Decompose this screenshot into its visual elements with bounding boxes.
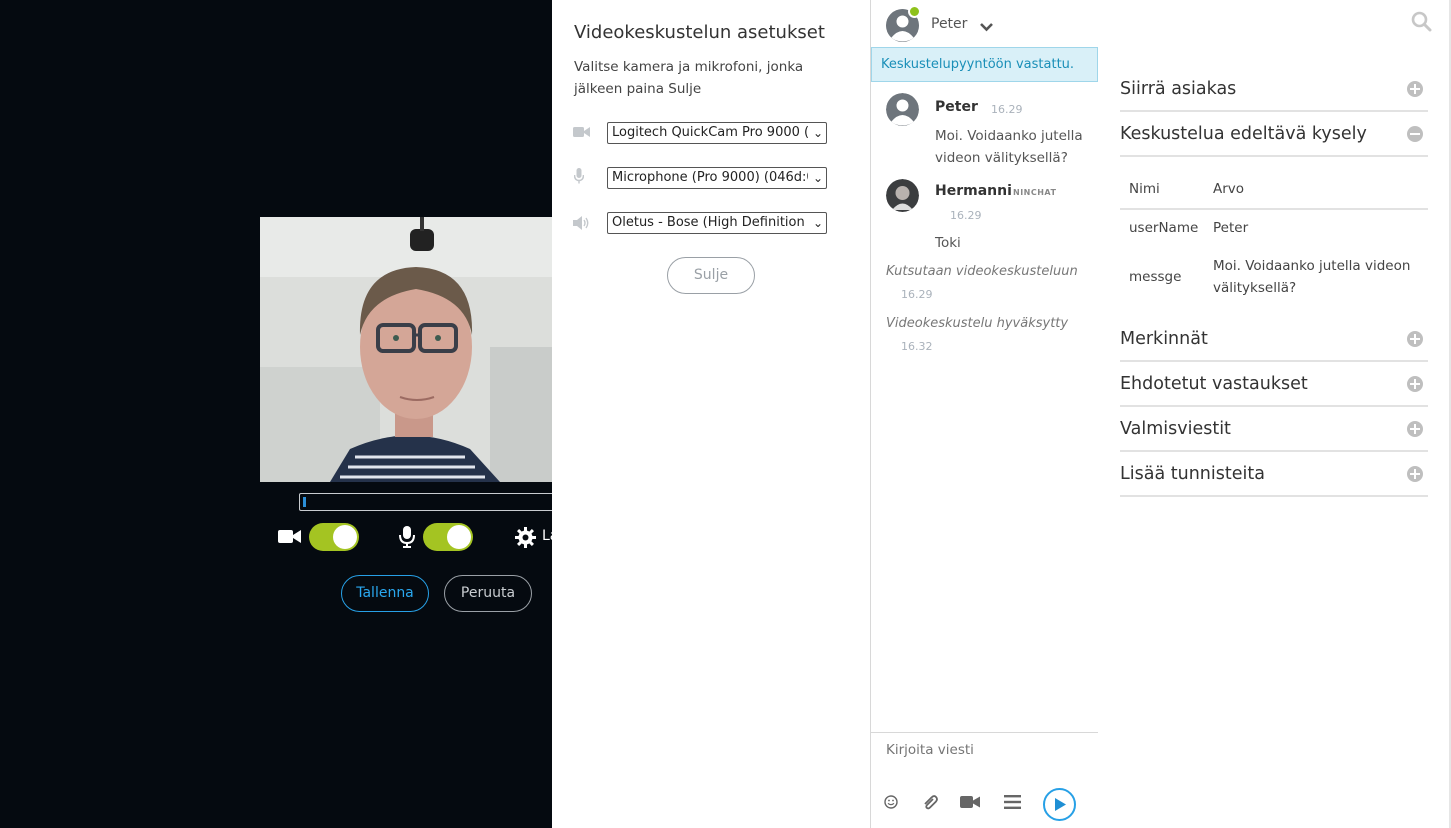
survey-row-value: Peter (1213, 220, 1249, 236)
survey-header-value: Arvo (1213, 181, 1245, 197)
speaker-icon (573, 215, 591, 233)
section-transfer-customer[interactable]: Siirrä asiakas (1120, 67, 1428, 112)
avatar (886, 179, 919, 212)
camera-icon (573, 124, 591, 142)
speaker-select-value: Oletus - Bose (High Definition A (612, 215, 808, 230)
expand-icon[interactable] (1407, 331, 1423, 347)
section-suggested-replies[interactable]: Ehdotetut vastaukset (1120, 362, 1428, 407)
close-settings-button[interactable]: Sulje (667, 257, 755, 294)
microphone-toggle[interactable] (423, 523, 473, 551)
send-icon (1055, 798, 1066, 811)
expand-icon[interactable] (1407, 81, 1423, 97)
camera-preview (260, 217, 552, 482)
gear-icon[interactable] (515, 527, 536, 552)
camera-toggle[interactable] (309, 523, 359, 551)
survey-header-name: Nimi (1129, 181, 1160, 197)
chat-contact-name[interactable]: Peter (931, 16, 967, 32)
audio-level-meter (299, 493, 552, 511)
chevron-down-icon[interactable] (979, 17, 994, 36)
system-message-time: 16.29 (901, 288, 933, 301)
expand-icon[interactable] (1407, 376, 1423, 392)
settings-description: Valitse kamera ja mikrofoni, jonka jälke… (574, 59, 804, 97)
section-pre-survey-label: Keskustelua edeltävä kysely (1120, 124, 1367, 144)
section-canned-messages[interactable]: Valmisviestit (1120, 407, 1428, 452)
system-message: Videokeskustelu hyväksytty (886, 316, 1069, 331)
chat-status-banner: Keskustelupyyntöön vastattu. (871, 47, 1098, 82)
microphone-toggle-knob (447, 525, 471, 549)
section-tags-label: Lisää tunnisteita (1120, 464, 1265, 484)
settings-title: Videokeskustelun asetukset (574, 22, 825, 43)
camera-select-value: Logitech QuickCam Pro 9000 (0 (612, 125, 808, 140)
agent-badge: NINCHAT (1013, 188, 1057, 197)
camera-toggle-knob (333, 525, 357, 549)
online-status-dot (908, 5, 921, 18)
system-message-time: 16.32 (901, 340, 933, 353)
survey-row-key: messge (1129, 269, 1182, 285)
avatar (886, 93, 919, 126)
message-time: 16.29 (950, 209, 982, 222)
microphone-icon (399, 526, 415, 552)
device-settings-label[interactable]: La (542, 528, 552, 544)
attachment-icon[interactable] (921, 794, 941, 812)
video-camera-icon (278, 528, 301, 549)
microphone-settings-icon (573, 168, 592, 186)
video-call-icon[interactable] (960, 794, 980, 812)
camera-select[interactable]: Logitech QuickCam Pro 9000 (0 ⌄ (607, 122, 827, 144)
emoji-icon[interactable] (884, 794, 904, 812)
section-transfer-label: Siirrä asiakas (1120, 79, 1237, 99)
send-button[interactable] (1043, 788, 1076, 821)
cancel-button[interactable]: Peruuta (444, 575, 532, 612)
message-text: Moi. Voidaanko jutella videon välityksel… (935, 128, 1083, 166)
collapse-icon[interactable] (1407, 126, 1423, 142)
message-input[interactable] (886, 742, 1086, 758)
search-icon[interactable] (1411, 11, 1432, 36)
audio-level-fill (303, 497, 306, 507)
video-area: La Tallenna Peruuta (0, 0, 552, 828)
chevron-down-icon: ⌄ (812, 171, 823, 185)
microphone-select-value: Microphone (Pro 9000) (046d:0 (612, 170, 808, 185)
microphone-select[interactable]: Microphone (Pro 9000) (046d:0 ⌄ (607, 167, 827, 189)
chevron-down-icon: ⌄ (812, 126, 823, 140)
chevron-down-icon: ⌄ (812, 216, 823, 230)
section-suggested-label: Ehdotetut vastaukset (1120, 374, 1308, 394)
survey-row-value: Moi. Voidaanko jutella videon välityksel… (1213, 258, 1411, 296)
message-text: Toki (935, 235, 961, 251)
section-pre-survey[interactable]: Keskustelua edeltävä kysely (1120, 112, 1428, 157)
survey-row-key: userName (1129, 220, 1199, 236)
system-message: Kutsutaan videokeskusteluun (886, 264, 1078, 279)
expand-icon[interactable] (1407, 421, 1423, 437)
divider (1120, 208, 1428, 210)
camera-preview-image (260, 217, 552, 482)
message-author: Peter (935, 99, 978, 115)
menu-icon[interactable] (1004, 794, 1024, 812)
speaker-select[interactable]: Oletus - Bose (High Definition A ⌄ (607, 212, 827, 234)
message-time: 16.29 (991, 103, 1023, 116)
section-canned-label: Valmisviestit (1120, 419, 1231, 439)
message-author: Hermanni (935, 183, 1012, 199)
section-notes[interactable]: Merkinnät (1120, 317, 1428, 362)
expand-icon[interactable] (1407, 466, 1423, 482)
save-button[interactable]: Tallenna (341, 575, 429, 612)
section-add-tags[interactable]: Lisää tunnisteita (1120, 452, 1428, 497)
section-notes-label: Merkinnät (1120, 329, 1208, 349)
